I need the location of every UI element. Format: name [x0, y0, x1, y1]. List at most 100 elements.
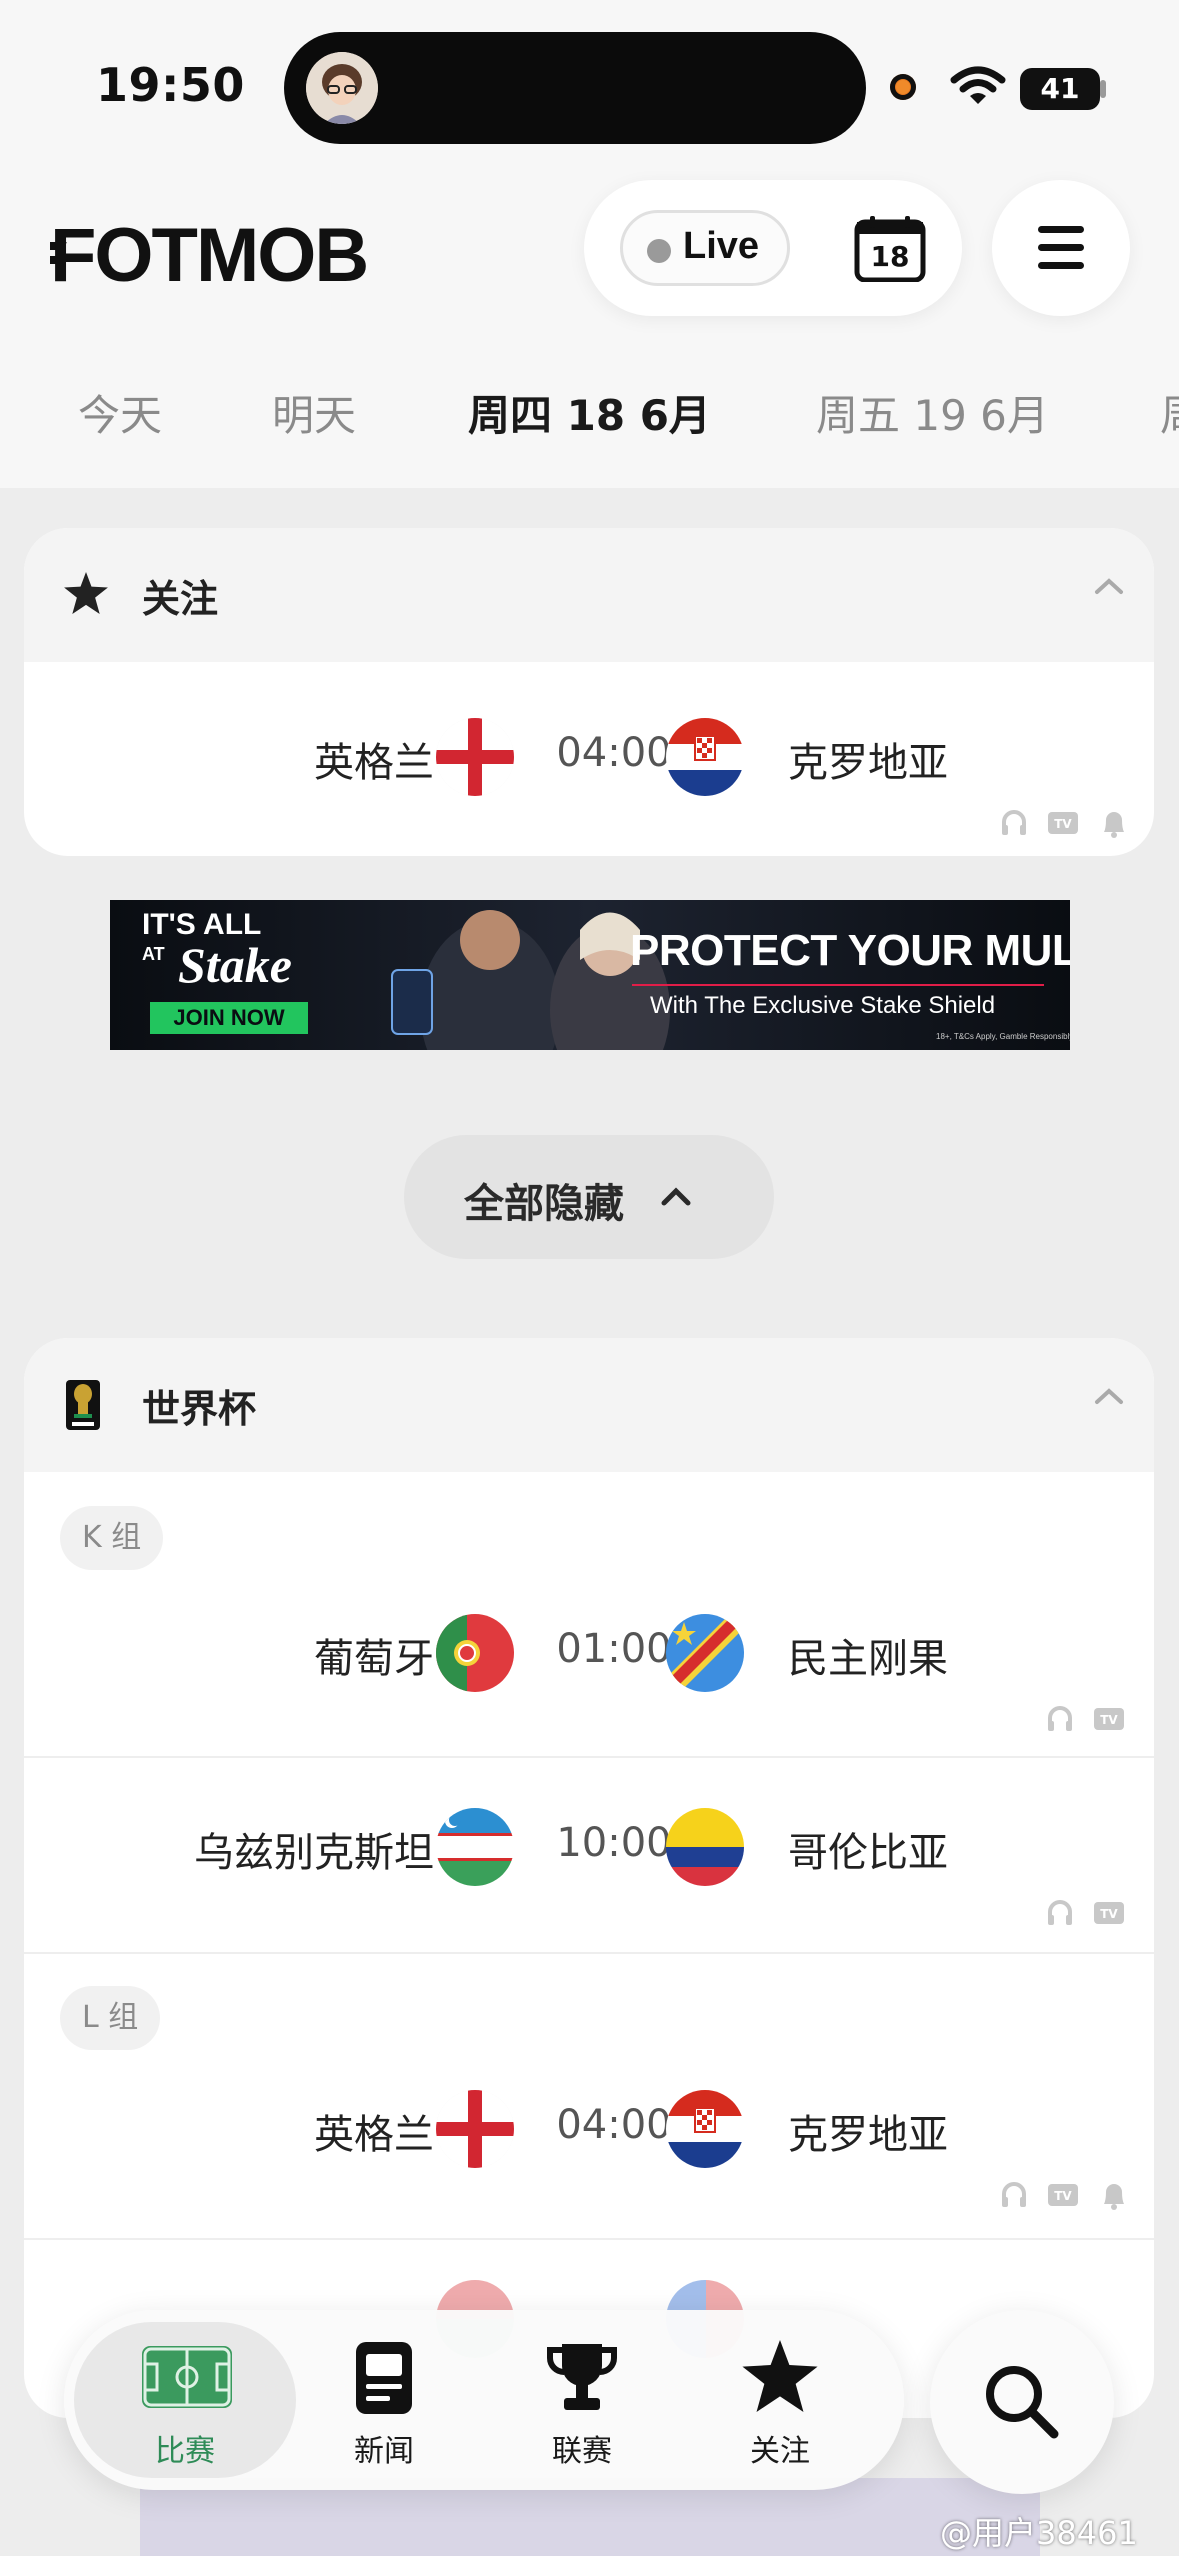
hide-all-label: 全部隐藏	[464, 1181, 624, 1227]
svg-text:TV: TV	[1100, 1907, 1118, 1921]
home-team: 乌兹别克斯坦	[194, 1830, 434, 1876]
header-actions: Live 18	[584, 180, 962, 316]
ad-banner[interactable]: IT'S ALL AT Stake JOIN NOW PROTECT YOUR …	[110, 900, 1070, 1050]
watermark: @用户38461	[940, 2514, 1138, 2552]
match-time: 01:00	[556, 1626, 672, 1672]
nav-label-leagues: 联赛	[552, 2434, 612, 2469]
audio-icon	[1002, 810, 1026, 835]
nav-item-news[interactable]: 新闻	[314, 2330, 454, 2470]
match-meta-icons: TV	[1000, 2180, 1140, 2214]
row-divider	[24, 1952, 1154, 1954]
app-logo[interactable]: FOTMOB	[50, 212, 369, 299]
away-team: 民主刚果	[788, 1636, 948, 1682]
favorites-title: 关注	[142, 577, 219, 621]
svg-text:TV: TV	[1054, 2189, 1072, 2203]
bell-icon	[1104, 812, 1124, 838]
date-tab-next[interactable]: 周五 19 6月	[816, 382, 1049, 443]
england-flag-icon	[436, 2090, 514, 2168]
star-icon	[64, 572, 108, 614]
ad-fineprint: 18+, T&Cs Apply, Gamble Responsibly.	[936, 1032, 1070, 1041]
chevron-up-icon[interactable]	[1094, 576, 1124, 596]
away-team: 哥伦比亚	[788, 1830, 948, 1876]
date-tab-tomorrow[interactable]: 明天	[272, 382, 356, 443]
match-row[interactable]: 葡萄牙 01:00 民主刚果 TV	[24, 1582, 1154, 1762]
uzbekistan-flag-icon	[436, 1808, 514, 1886]
world-cup-card: 世界杯 K 组 葡萄牙 01:00 民主刚果 TV 乌兹别克斯坦 10:00 哥…	[24, 1338, 1154, 2418]
date-tab-overflow[interactable]: 周	[1160, 382, 1179, 443]
date-tab-selected[interactable]: 周四 18 6月	[468, 382, 711, 443]
england-flag-icon	[436, 718, 514, 796]
live-label: Live	[683, 225, 760, 267]
tv-icon: TV	[1094, 1708, 1124, 1730]
hide-all-button[interactable]: 全部隐藏	[404, 1135, 774, 1259]
chevron-up-icon	[661, 1187, 691, 1206]
match-row[interactable]: 乌兹别克斯坦 10:00 哥伦比亚 TV	[24, 1758, 1154, 1952]
group-label: K 组	[60, 1506, 164, 1570]
search-button[interactable]	[930, 2310, 1114, 2494]
tv-icon: TV	[1048, 2184, 1078, 2206]
trophy-icon	[547, 2344, 617, 2410]
match-row[interactable]: 英格兰 04:00 克罗地亚 TV	[24, 2058, 1154, 2258]
nav-item-matches[interactable]: 比赛	[104, 2330, 266, 2470]
group-label: L 组	[60, 1986, 161, 2050]
croatia-flag-icon	[666, 2090, 744, 2168]
nav-label-news: 新闻	[354, 2434, 414, 2469]
world-cup-trophy-icon	[66, 1380, 100, 1430]
home-team: 英格兰	[314, 740, 434, 786]
pitch-icon	[142, 2346, 232, 2408]
nav-label-following: 关注	[750, 2434, 810, 2469]
tv-icon: TV	[1094, 1902, 1124, 1924]
svg-text:TV: TV	[1100, 1713, 1118, 1727]
memoji-avatar-icon	[306, 52, 378, 124]
world-cup-title: 世界杯	[142, 1387, 257, 1431]
ad-line2: AT	[142, 944, 165, 964]
audio-icon	[1002, 2182, 1026, 2207]
battery-level: 41	[1020, 68, 1100, 110]
favorites-header[interactable]: 关注	[24, 528, 1154, 662]
home-team: 英格兰	[314, 2112, 434, 2158]
svg-text:TV: TV	[1054, 817, 1072, 831]
date-tab-today[interactable]: 今天	[78, 382, 162, 443]
world-cup-header[interactable]: 世界杯	[24, 1338, 1154, 1472]
hamburger-menu-icon	[1038, 226, 1084, 269]
nav-label-matches: 比赛	[155, 2434, 215, 2469]
nav-item-following[interactable]: 关注	[710, 2330, 850, 2470]
audio-icon	[1048, 1706, 1072, 1731]
home-team: 葡萄牙	[314, 1636, 434, 1682]
match-meta-icons: TV	[1000, 808, 1140, 842]
nav-item-leagues[interactable]: 联赛	[512, 2330, 652, 2470]
live-button[interactable]: Live	[620, 210, 790, 286]
battery-cap-icon	[1100, 80, 1106, 98]
search-icon	[986, 2366, 1059, 2439]
bottom-nav: 比赛 新闻 联赛 关注	[64, 2310, 904, 2490]
ad-brand: Stake	[178, 937, 292, 993]
calendar-day: 18	[870, 240, 910, 273]
dynamic-island	[284, 32, 866, 144]
match-time: 10:00	[556, 1820, 672, 1866]
match-meta-icons: TV	[1046, 1898, 1136, 1932]
audio-icon	[1048, 1900, 1072, 1925]
wifi-icon	[950, 66, 1006, 104]
match-time: 04:00	[556, 2102, 672, 2148]
ad-cta-button[interactable]: JOIN NOW	[150, 1002, 308, 1034]
bell-icon	[1104, 2184, 1124, 2210]
croatia-flag-icon	[666, 718, 744, 796]
ad-headline: PROTECT YOUR MULTI	[630, 926, 1070, 975]
dr-congo-flag-icon	[666, 1614, 744, 1692]
ad-subline: With The Exclusive Stake Shield	[650, 992, 996, 1019]
recording-indicator-icon	[890, 74, 916, 100]
away-team: 克罗地亚	[788, 2112, 948, 2158]
favorites-card: 关注 英格兰 04:00 克罗地亚 TV	[24, 528, 1154, 856]
match-meta-icons: TV	[1046, 1704, 1136, 1738]
status-time: 19:50	[96, 58, 245, 112]
ad-divider	[632, 984, 1044, 986]
match-time: 04:00	[556, 730, 672, 776]
chevron-up-icon[interactable]	[1094, 1386, 1124, 1406]
away-team: 克罗地亚	[788, 740, 948, 786]
star-icon	[742, 2340, 818, 2412]
match-row[interactable]: 英格兰 04:00 克罗地亚 TV	[24, 662, 1154, 856]
menu-button[interactable]	[992, 180, 1130, 316]
calendar-button[interactable]: 18	[854, 216, 926, 286]
tv-icon: TV	[1048, 812, 1078, 834]
portugal-flag-icon	[436, 1614, 514, 1692]
